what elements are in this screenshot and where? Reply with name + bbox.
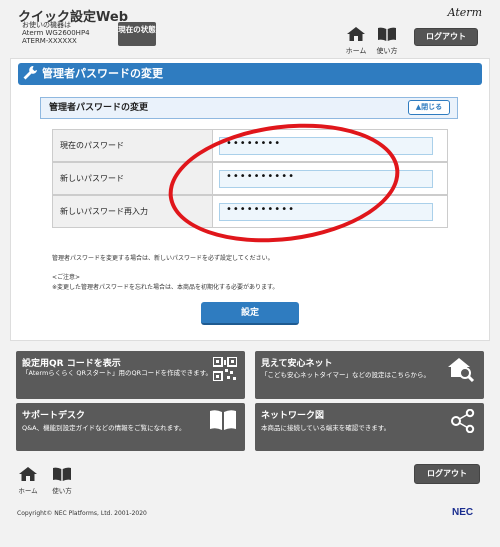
confirm-password-row: 新しいパスワード再入力 ••••••••••: [52, 195, 448, 228]
brand-logo: Aterm: [447, 6, 482, 19]
tile-title: ネットワーク図: [261, 411, 325, 421]
collapse-button[interactable]: ▲閉じる: [408, 100, 450, 115]
status-button[interactable]: 現在の状態: [118, 22, 156, 46]
logout-button[interactable]: ログアウト: [414, 28, 478, 46]
field-label: 現在のパスワード: [53, 130, 213, 161]
note-warning: ※変更した管理者パスワードを忘れた場合は、本商品を初期化する必要があります。: [52, 284, 279, 291]
confirm-password-input[interactable]: ••••••••••: [219, 203, 433, 221]
help-label: 使い方: [376, 47, 398, 55]
tile-desc: 「こども安心ネットタイマー」などの設定はこちらから。: [261, 371, 430, 379]
new-password-row: 新しいパスワード ••••••••••: [52, 162, 448, 195]
footer-home-button[interactable]: ホーム: [16, 466, 40, 495]
current-password-row: 現在のパスワード ••••••••: [52, 129, 448, 162]
section-title: 管理者パスワードの変更: [40, 97, 458, 119]
book-icon: [210, 410, 236, 430]
tile-mieru-anshin-net[interactable]: 見えて安心ネット 「こども安心ネットタイマー」などの設定はこちらから。: [255, 351, 484, 399]
page-title: 管理者パスワードの変更: [18, 63, 482, 85]
note-text: 管理者パスワードを変更する場合は、新しいパスワードを必ず設定してください。: [52, 255, 274, 262]
device-label: お使いの機器は: [22, 21, 71, 29]
book-icon: [53, 467, 71, 481]
submit-button[interactable]: 設定: [201, 302, 299, 325]
tile-network-map[interactable]: ネットワーク図 本商品に接続している端末を確認できます。: [255, 403, 484, 451]
book-icon: [378, 27, 396, 41]
new-password-input[interactable]: ••••••••••: [219, 170, 433, 188]
home-label: ホーム: [345, 47, 367, 55]
field-label: 新しいパスワード再入力: [53, 196, 213, 227]
tile-qr-code[interactable]: 設定用QR コードを表示 「Atermらくらく QRスタート」用のQRコードを作…: [16, 351, 245, 399]
device-id: ATERM-XXXXXX: [22, 37, 77, 45]
field-label: 新しいパスワード: [53, 163, 213, 194]
help-label: 使い方: [52, 487, 72, 495]
tile-desc: 「Atermらくらく QRスタート」用のQRコードを作成できます。: [22, 369, 212, 377]
device-model: Aterm WG2600HP4: [22, 29, 90, 37]
tile-support-desk[interactable]: サポートデスク Q&A、機能別設定ガイドなどの情報をご覧になれます。: [16, 403, 245, 451]
nec-logo: NEC: [452, 507, 474, 518]
home-label: ホーム: [18, 487, 38, 495]
house-search-icon: [448, 358, 475, 383]
note-heading: <ご注意>: [52, 274, 81, 281]
wrench-icon: [23, 66, 37, 80]
network-icon: [451, 409, 475, 433]
footer-logout-button[interactable]: ログアウト: [414, 464, 480, 484]
tile-desc: 本商品に接続している端末を確認できます。: [261, 424, 391, 432]
home-button[interactable]: ホーム: [344, 26, 368, 56]
help-button[interactable]: 使い方: [375, 26, 399, 56]
home-icon: [19, 467, 37, 481]
current-password-input[interactable]: ••••••••: [219, 137, 433, 155]
header: クイック設定Web お使いの機器は Aterm WG2600HP4 ATERM-…: [0, 0, 500, 58]
tile-title: サポートデスク: [22, 411, 86, 421]
tile-title: 見えて安心ネット: [261, 359, 333, 369]
tile-title: 設定用QR コードを表示: [22, 359, 121, 369]
home-icon: [347, 27, 365, 41]
copyright: Copyright© NEC Platforms, Ltd. 2001-2020: [17, 510, 147, 517]
qr-code-icon: [213, 357, 237, 381]
footer-help-button[interactable]: 使い方: [50, 466, 74, 495]
tile-desc: Q&A、機能別設定ガイドなどの情報をご覧になれます。: [22, 424, 186, 432]
